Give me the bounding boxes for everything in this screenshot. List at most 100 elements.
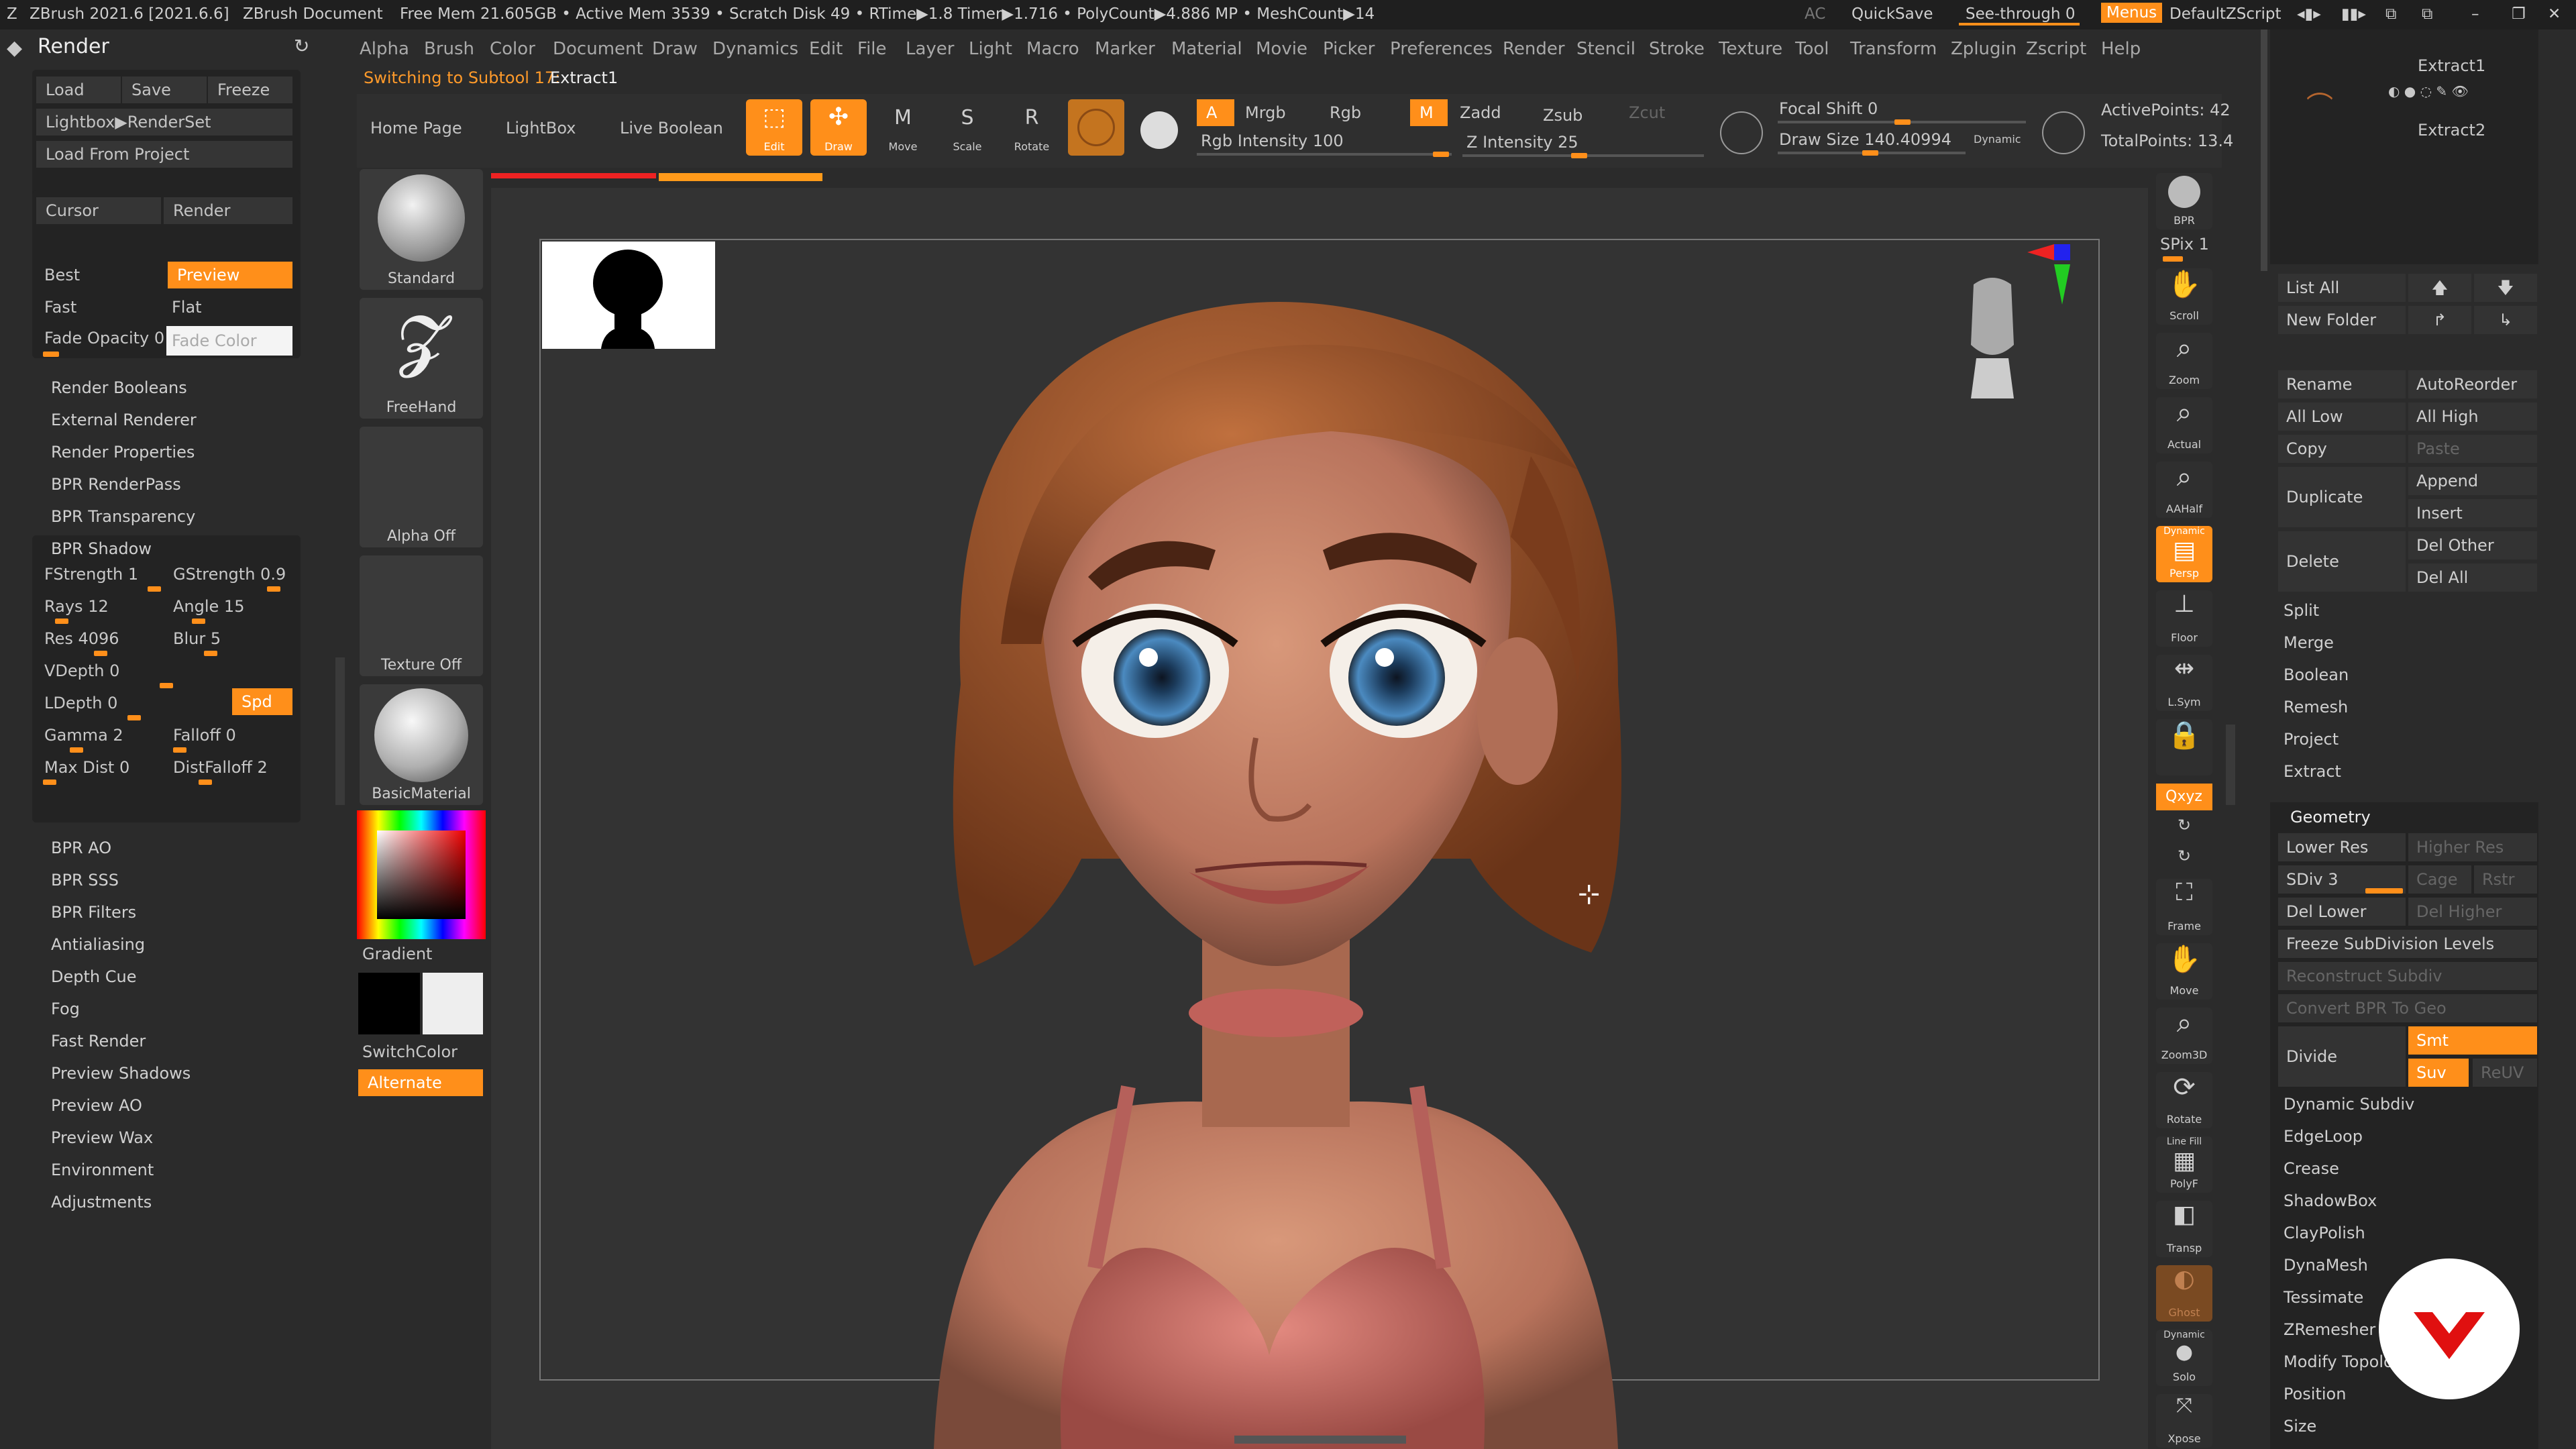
shadowbox-item[interactable]: ShadowBox [2284,1191,2377,1210]
all-low-button[interactable]: All Low [2278,402,2406,431]
mrgb-button[interactable]: Mrgb [1245,103,1286,122]
menu-draw[interactable]: Draw [652,39,698,59]
main-color-swatch[interactable] [358,973,420,1034]
res-slider[interactable]: Res 4096 [44,629,119,648]
all-high-button[interactable]: All High [2408,402,2537,431]
focal-shift-knob[interactable] [1894,119,1911,125]
dynamic-subdiv-item[interactable]: Dynamic Subdiv [2284,1095,2414,1114]
bpr-filters-item[interactable]: BPR Filters [51,903,136,922]
color-yinyang-icon[interactable] [1140,111,1178,149]
switchcolor-button[interactable]: SwitchColor [362,1042,458,1061]
bpr-ao-item[interactable]: BPR AO [51,839,111,857]
fade-opacity-knob[interactable] [43,352,59,357]
material-sphere-button[interactable] [1068,99,1124,156]
menu-stencil[interactable]: Stencil [1576,39,1635,59]
del-all-button[interactable]: Del All [2408,564,2537,592]
subtool-visibility-icons[interactable]: ◐ ● ◌ ✎ 👁 [2388,83,2469,99]
cage-button[interactable]: Cage [2408,865,2471,894]
close-icon[interactable]: ✕ [2548,5,2561,23]
project-item[interactable]: Project [2284,730,2339,749]
modify-topology-item[interactable]: Modify Topolo [2284,1352,2394,1371]
zadd-button[interactable]: Zadd [1460,103,1501,122]
subtool-scrollbar[interactable] [2261,30,2267,271]
zoom3d-button[interactable]: ⌕ Zoom3D [2156,1008,2212,1064]
reuv-button[interactable]: ReUV [2473,1059,2537,1087]
preview-ao-item[interactable]: Preview AO [51,1096,142,1115]
rays-slider[interactable]: Rays 12 [44,597,109,616]
rstr-button[interactable]: Rstr [2474,865,2537,894]
refresh-icon[interactable]: ↻ [294,35,309,57]
del-lower-button[interactable]: Del Lower [2278,898,2406,926]
copy-button[interactable]: Copy [2278,435,2406,463]
del-other-button[interactable]: Del Other [2408,531,2537,559]
bpr-transparency-item[interactable]: BPR Transparency [51,507,195,526]
convert-bpr-button[interactable]: Convert BPR To Geo [2278,994,2537,1022]
home-page-button[interactable]: Home Page [361,105,471,152]
fstrength-knob[interactable] [148,586,161,592]
frame-button[interactable]: ⛶ Frame [2156,879,2212,935]
remesh-item[interactable]: Remesh [2284,698,2348,716]
orientation-head-icon[interactable] [1960,271,2025,398]
polyf-button[interactable]: Line Fill ▦ PolyF [2156,1136,2212,1193]
alternate-button[interactable]: Alternate [358,1069,483,1096]
lightbox-renderset-button[interactable]: Lightbox▶RenderSet [36,109,292,136]
bpr-shadow-item[interactable]: BPR Shadow [51,539,152,558]
lightbox-button[interactable]: LightBox [496,105,590,152]
aahalf-button[interactable]: ⌕ AAHalf [2156,462,2212,518]
standard-brush-button[interactable]: Standard [360,169,483,290]
size-item[interactable]: Size [2284,1417,2316,1436]
preview-button[interactable]: Preview [168,262,292,288]
load-from-project-button[interactable]: Load From Project [36,141,292,168]
split-item[interactable]: Split [2284,601,2319,620]
paste-button[interactable]: Paste [2408,435,2537,463]
color-picker[interactable] [357,810,486,939]
crease-item[interactable]: Crease [2284,1159,2339,1178]
xyz-button[interactable]: Qxyz [2156,784,2212,810]
bpr-renderpass-item[interactable]: BPR RenderPass [51,475,181,494]
alpha-button[interactable]: Alpha Off [360,427,483,547]
menu-alpha[interactable]: Alpha [360,39,409,59]
ldepth-knob[interactable] [127,715,141,720]
scroll-button[interactable]: ✋ Scroll [2156,268,2212,325]
menu-light[interactable]: Light [969,39,1012,59]
menu-stroke[interactable]: Stroke [1649,39,1705,59]
right-divider-scroll[interactable] [2226,724,2235,805]
solo-button[interactable]: Dynamic ● Solo [2156,1330,2212,1386]
distfalloff-slider[interactable]: DistFalloff 2 [173,758,268,777]
a-button[interactable]: A [1197,99,1234,126]
gamma-slider[interactable]: Gamma 2 [44,726,123,745]
higher-res-button[interactable]: Higher Res [2408,833,2537,861]
save-button[interactable]: Save [122,76,207,103]
lsym-button[interactable]: ⇹ L.Sym [2156,655,2212,711]
zcut-button[interactable]: Zcut [1629,103,1665,122]
axis-gizmo-icon[interactable] [2027,244,2070,325]
freeze-subdivision-button[interactable]: Freeze SubDivision Levels [2278,930,2537,958]
spd-button[interactable]: Spd [232,688,292,715]
texture-button[interactable]: Texture Off [360,555,483,676]
load-button[interactable]: Load [36,76,121,103]
angle-slider[interactable]: Angle 15 [173,597,244,616]
gradient-label[interactable]: Gradient [362,945,432,963]
divide-button[interactable]: Divide [2278,1026,2406,1087]
rename-button[interactable]: Rename [2278,370,2406,398]
rotate-view-button[interactable]: ⟳ Rotate [2156,1072,2212,1128]
zoom-button[interactable]: ⌕ Zoom [2156,333,2212,389]
secondary-color-swatch[interactable] [423,973,483,1034]
rotate-y-icon[interactable]: ↻ [2178,816,2191,835]
arrow-down-icon[interactable]: 🡇 [2474,274,2537,302]
vdepth-slider[interactable]: VDepth 0 [44,661,119,680]
menu-document[interactable]: Document [553,39,643,59]
layout-icon[interactable]: ◂▮▸ [2297,5,2321,23]
antialiasing-item[interactable]: Antialiasing [51,935,145,954]
blur-slider[interactable]: Blur 5 [173,629,221,648]
dynamic-brush-icon[interactable] [2042,111,2085,154]
preview-shadows-item[interactable]: Preview Shadows [51,1064,191,1083]
subtool-extract1[interactable]: Extract1 [2418,56,2485,75]
menu-help[interactable]: Help [2101,39,2141,59]
claypolish-item[interactable]: ClayPolish [2284,1224,2365,1242]
rgb-intensity-knob[interactable] [1433,152,1449,157]
menu-material[interactable]: Material [1171,39,1242,59]
restore-icon[interactable]: ❐ [2512,5,2526,23]
render-booleans-item[interactable]: Render Booleans [51,378,187,397]
rotate-z-icon[interactable]: ↻ [2178,847,2191,865]
